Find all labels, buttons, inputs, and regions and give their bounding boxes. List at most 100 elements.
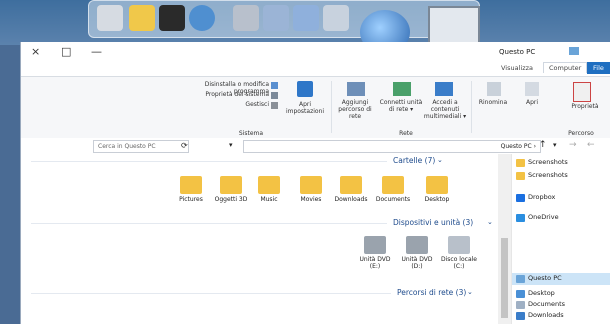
up-arrow-icon[interactable]: ↑ <box>539 140 547 150</box>
objects-3d-icon <box>220 176 242 194</box>
separator <box>471 81 472 133</box>
downloads-icon <box>340 176 362 194</box>
downloads-icon <box>516 312 525 320</box>
nav-item-this-pc[interactable]: Questo PC <box>528 274 562 282</box>
window-title: Questo PC <box>499 48 536 56</box>
desktop-icon <box>426 176 448 194</box>
computer-icon <box>569 47 579 55</box>
address-bar[interactable]: Questo PC › <box>243 140 541 153</box>
close-button[interactable]: × <box>31 45 40 58</box>
open-button[interactable]: Apri <box>517 99 547 106</box>
tab-file[interactable]: File <box>587 62 610 74</box>
nav-item-onedrive[interactable]: OneDrive <box>528 213 559 221</box>
dropdown-icon[interactable]: ▾ <box>553 141 557 149</box>
section-network[interactable]: Percorsi di rete (3) <box>397 288 466 297</box>
open-icon <box>525 82 539 96</box>
maximize-button[interactable]: □ <box>61 45 71 58</box>
system-properties-icon <box>271 92 278 99</box>
navigation-pane: Screenshots Screenshots Dropbox OneDrive… <box>511 154 610 324</box>
nav-item-screenshots[interactable]: Screenshots <box>528 158 568 166</box>
tab-computer[interactable]: Computer <box>543 62 588 73</box>
minimize-button[interactable]: — <box>91 45 102 58</box>
ribbon-tabs: ? Visualizza Computer File <box>21 62 610 93</box>
folder-item[interactable]: Oggetti 3D <box>211 176 251 203</box>
group-label-location: Percorso <box>568 130 594 137</box>
section-divider <box>31 223 387 224</box>
open-settings-button[interactable]: Apri impostazioni <box>283 101 327 115</box>
dropbox-icon <box>516 194 525 202</box>
dropdown-icon[interactable]: ▾ <box>229 141 233 149</box>
rename-icon <box>487 82 501 96</box>
access-media-button[interactable]: Accedi a contenuti multimediali ▾ <box>423 99 467 120</box>
folder-label: Pictures <box>179 196 203 203</box>
folder-icon <box>516 172 525 180</box>
content-pane: Cartelle (7) ⌄ Pictures Oggetti 3D Music… <box>21 154 511 324</box>
folder-label: Oggetti 3D <box>214 196 248 203</box>
dvd-drive-icon <box>406 236 428 254</box>
map-drive-icon <box>393 82 411 96</box>
tools-icon[interactable] <box>129 5 155 31</box>
folder-icon[interactable] <box>323 5 349 31</box>
folder-item[interactable]: Documents <box>373 176 413 203</box>
drive-item[interactable]: Unità DVD (D:) <box>397 236 437 270</box>
forward-icon[interactable]: → <box>569 140 577 150</box>
folder-icon[interactable] <box>293 5 319 31</box>
chevron-down-icon[interactable]: ⌄ <box>467 288 473 296</box>
nav-item-screenshots[interactable]: Screenshots <box>528 171 568 179</box>
system-properties-button[interactable]: Proprietà del sistema <box>191 91 269 98</box>
chevron-down-icon[interactable]: ⌄ <box>437 156 443 164</box>
ribbon: Disinstalla o modifica programma Proprie… <box>21 76 610 140</box>
uninstall-icon <box>271 82 278 89</box>
dvd-drive-icon <box>364 236 386 254</box>
folder-item[interactable]: Downloads <box>331 176 371 203</box>
section-folders[interactable]: Cartelle (7) <box>393 156 435 165</box>
group-label-network: Rete <box>399 130 413 137</box>
trash-icon[interactable] <box>97 5 123 31</box>
properties-button[interactable]: Proprietà <box>565 103 605 110</box>
nav-item-downloads[interactable]: Downloads <box>528 311 564 319</box>
drive-label: Unità DVD (E:) <box>359 256 391 270</box>
drive-item[interactable]: Unità DVD (E:) <box>355 236 395 270</box>
scrollbar-thumb[interactable] <box>501 238 508 318</box>
documents-icon <box>516 301 525 309</box>
manage-button[interactable]: Gestisci <box>231 101 269 108</box>
music-icon <box>258 176 280 194</box>
folder-label: Music <box>260 196 278 203</box>
tab-view[interactable]: Visualizza <box>501 64 533 72</box>
drive-label: Disco locale (C:) <box>441 256 477 270</box>
scrollbar[interactable] <box>498 154 511 324</box>
nav-item-documents[interactable]: Documents <box>528 300 565 308</box>
rename-button[interactable]: Rinomina <box>473 99 513 106</box>
address-row: ⟳ Cerca in Questo PC ▾ Questo PC › ↑ ▾ →… <box>21 138 610 155</box>
file-explorer-window: × □ — Questo PC ? Visualizza Computer Fi… <box>20 42 610 324</box>
section-divider <box>31 293 391 294</box>
folder-icon[interactable] <box>263 5 289 31</box>
onedrive-icon <box>516 214 525 222</box>
tshirt-icon[interactable] <box>159 5 185 31</box>
manage-icon <box>271 102 278 109</box>
back-icon[interactable]: ← <box>587 140 595 150</box>
computer-icon <box>516 275 525 283</box>
drive-label: Unità DVD (D:) <box>401 256 433 270</box>
add-network-button[interactable]: Aggiungi percorso di rete <box>335 99 375 120</box>
section-devices[interactable]: Dispositivi e unità (3) <box>393 218 473 227</box>
map-drive-button[interactable]: Connetti unità di rete ▾ <box>379 99 423 113</box>
folder-icon <box>516 159 525 167</box>
properties-icon <box>573 82 591 102</box>
folder-item[interactable]: Music <box>249 176 289 203</box>
separator <box>331 81 332 133</box>
nav-item-dropbox[interactable]: Dropbox <box>528 193 555 201</box>
drive-item[interactable]: Disco locale (C:) <box>439 236 479 270</box>
folder-label: Desktop <box>424 196 450 203</box>
nav-item-desktop[interactable]: Desktop <box>528 289 555 297</box>
media-icon <box>435 82 453 96</box>
folder-item[interactable]: Desktop <box>417 176 457 203</box>
globe-icon[interactable] <box>189 5 215 31</box>
desktop-icon <box>516 290 525 298</box>
settings-icon[interactable] <box>233 5 259 31</box>
folder-item[interactable]: Movies <box>291 176 331 203</box>
group-label-system: Sistema <box>238 130 264 137</box>
folder-item[interactable]: Pictures <box>171 176 211 203</box>
chevron-down-icon[interactable]: ⌄ <box>487 218 493 226</box>
search-input[interactable]: Cerca in Questo PC <box>93 140 189 153</box>
